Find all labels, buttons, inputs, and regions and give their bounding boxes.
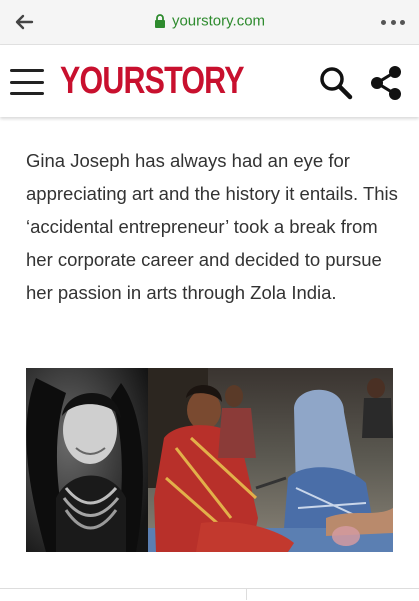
bottom-divider: [246, 588, 247, 600]
site-logo[interactable]: YOURSTORY: [60, 61, 244, 101]
browser-address-bar: yourstory.com: [0, 0, 419, 45]
hamburger-icon[interactable]: [10, 69, 44, 95]
site-header: YOURSTORY: [0, 45, 419, 117]
lock-icon: [154, 14, 165, 29]
search-button[interactable]: [318, 65, 354, 101]
search-icon: [320, 67, 353, 100]
bottom-card-edge: [0, 588, 419, 601]
article-image: [26, 368, 393, 552]
share-icon: [371, 66, 401, 100]
more-options-button[interactable]: [381, 20, 405, 26]
article-photo: [26, 368, 393, 552]
more-horizontal-icon: [381, 20, 386, 25]
article-paragraph: Gina Joseph has always had an eye for ap…: [26, 150, 398, 303]
share-button[interactable]: [368, 64, 404, 102]
url-text: yourstory.com: [171, 12, 266, 30]
url-field[interactable]: yourstory.com: [0, 12, 419, 30]
